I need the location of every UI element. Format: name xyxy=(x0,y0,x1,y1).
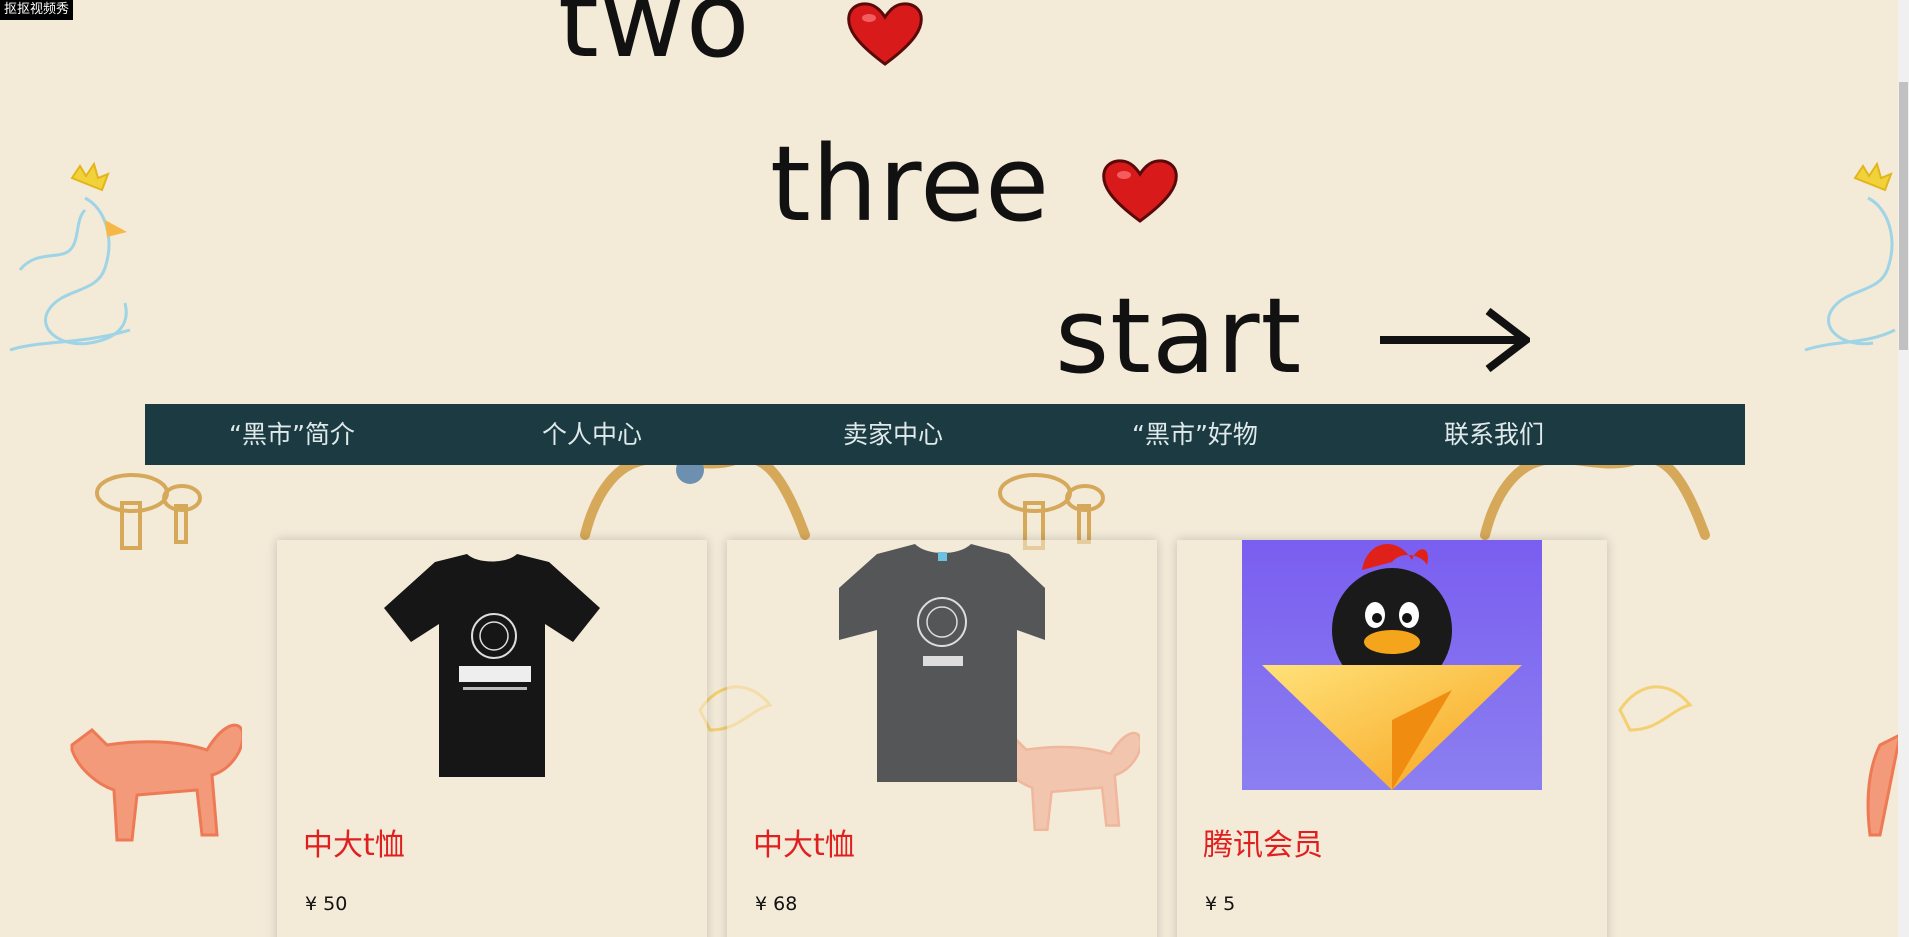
product-price: ¥ 68 xyxy=(755,893,798,915)
swan-doodle-left xyxy=(9,161,131,352)
fox-doodle xyxy=(70,723,242,842)
nav-item-good-items[interactable]: “黑市”好物 xyxy=(1132,404,1258,465)
page: 抠抠视频秀 two three start “黑市”简介 个人中心 卖家中心 “… xyxy=(0,0,1909,937)
hero-word-start[interactable]: start xyxy=(1055,284,1302,388)
hero-word-two: two xyxy=(558,0,751,81)
nav-item-contact-us[interactable]: 联系我们 xyxy=(1444,404,1544,465)
product-title[interactable]: 中大t恤 xyxy=(303,820,405,864)
qq-penguin-image[interactable] xyxy=(1177,540,1607,790)
vertical-scrollbar[interactable] xyxy=(1898,0,1909,937)
mushroom-doodle xyxy=(95,473,202,550)
nav-item-seller-center[interactable]: 卖家中心 xyxy=(843,404,943,465)
right-arrow-icon[interactable] xyxy=(1378,305,1530,375)
product-title[interactable]: 腾讯会员 xyxy=(1203,820,1323,864)
product-card[interactable]: 腾讯会员 ¥ 5 xyxy=(1177,540,1607,937)
product-title[interactable]: 中大t恤 xyxy=(753,820,855,864)
nav-item-intro[interactable]: “黑市”简介 xyxy=(229,404,355,465)
swan-doodle-right xyxy=(1804,161,1896,352)
nav-item-personal-center[interactable]: 个人中心 xyxy=(542,404,642,465)
recorder-watermark: 抠抠视频秀 xyxy=(0,0,74,20)
product-price: ¥ 50 xyxy=(305,893,348,915)
hero-word-three: three xyxy=(770,123,1051,245)
grey-tshirt-image[interactable] xyxy=(727,540,1157,790)
main-nav: “黑市”简介 个人中心 卖家中心 “黑市”好物 联系我们 xyxy=(145,404,1745,465)
product-card[interactable]: 中大t恤 ¥ 68 xyxy=(727,540,1157,937)
product-price: ¥ 5 xyxy=(1205,893,1236,915)
heart-icon xyxy=(847,2,923,66)
scrollbar-thumb[interactable] xyxy=(1899,82,1908,350)
fox-doodle xyxy=(1866,733,1900,837)
product-card[interactable]: 中大t恤 ¥ 50 xyxy=(277,540,707,937)
heart-icon xyxy=(1102,159,1178,223)
bird-doodle xyxy=(1618,685,1693,732)
black-tshirt-image[interactable] xyxy=(277,540,707,790)
